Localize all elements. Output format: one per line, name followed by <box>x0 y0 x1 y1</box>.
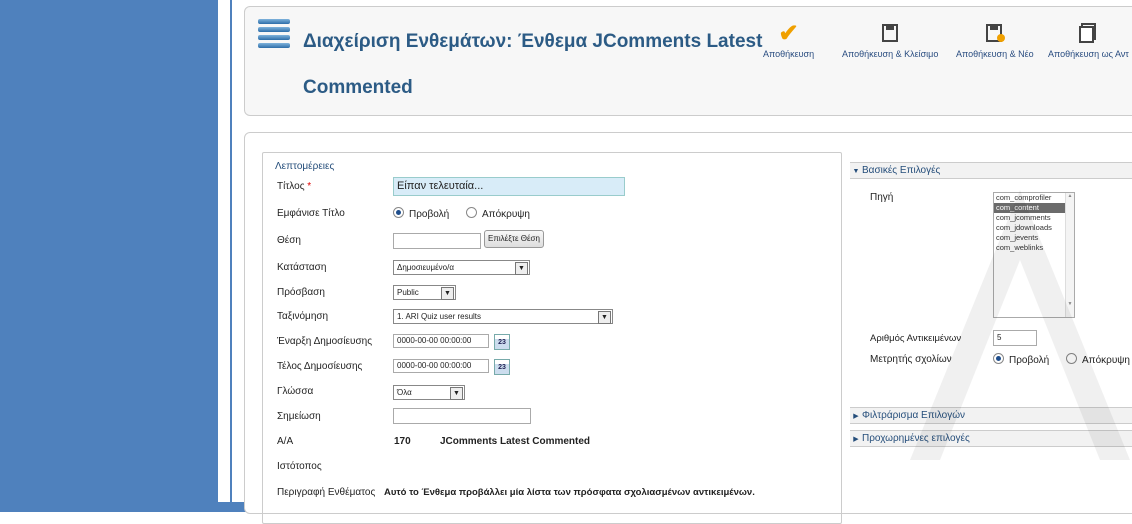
left-blue-frame <box>0 0 218 512</box>
source-option[interactable]: com_jcomments <box>994 213 1074 223</box>
access-label: Πρόσβαση <box>277 287 325 298</box>
frame-gap <box>218 0 230 502</box>
position-label: Θέση <box>277 235 301 246</box>
chevron-down-icon: ▼ <box>441 287 454 300</box>
save-as-copy-button[interactable]: Αποθήκευση ως Αντ <box>1048 23 1129 59</box>
checkmark-icon: ✔ <box>778 20 799 47</box>
save-new-icon <box>956 23 1034 45</box>
note-label: Σημείωση <box>277 411 321 422</box>
source-option[interactable]: com_comprofiler <box>994 193 1074 203</box>
page-title-line2: Commented <box>303 77 413 98</box>
status-select[interactable]: Δημοσιευμένο/α ▼ <box>393 260 530 275</box>
language-label: Γλώσσα <box>277 386 314 397</box>
module-description-label: Περιγραφή Ενθέματος <box>277 487 376 498</box>
module-description-text: Αυτό το Ένθεμα προβάλλει μία λίστα των π… <box>384 487 755 498</box>
comments-counter-show-radio[interactable]: Προβολή <box>993 353 1049 366</box>
filter-options-header[interactable]: ▶ Φιλτράρισμα Επιλογών <box>850 407 1132 424</box>
comments-counter-label: Μετρητής σχολίων <box>870 354 952 365</box>
finish-publishing-label: Τέλος Δημοσίευσης <box>277 361 363 372</box>
comments-counter-hide-radio[interactable]: Απόκρυψη <box>1066 353 1130 366</box>
position-input[interactable] <box>393 233 481 249</box>
items-count-input[interactable]: 5 <box>993 330 1037 346</box>
save-close-button[interactable]: Αποθήκευση & Κλείσιμο <box>842 23 938 59</box>
items-count-label: Αριθμός Αντικειμένων <box>870 333 962 344</box>
calendar-icon[interactable]: 23 <box>494 334 510 350</box>
source-option[interactable]: com_weblinks <box>994 243 1074 253</box>
id-value: 170 <box>394 436 411 447</box>
chevron-down-icon: ▼ <box>450 387 463 400</box>
source-option-selected[interactable]: com_content <box>994 203 1074 213</box>
module-type-name: JComments Latest Commented <box>440 436 591 447</box>
triangle-right-icon: ▶ <box>853 436 859 443</box>
ordering-select[interactable]: 1. ARI Quiz user results ▼ <box>393 309 613 324</box>
triangle-right-icon: ▶ <box>853 413 859 420</box>
title-input[interactable]: Είπαν τελευταία... <box>393 177 625 196</box>
basic-options-header[interactable]: ▼ Βασικές Επιλογές <box>850 162 1132 179</box>
toolbar-panel: Διαχείριση Ενθεμάτων: Ένθεμα JComments L… <box>244 6 1132 116</box>
title-label: Τίτλος * <box>277 181 312 192</box>
ordering-label: Ταξινόμηση <box>277 311 329 322</box>
show-title-hide-radio[interactable]: Απόκρυψη <box>466 207 530 220</box>
save-button[interactable]: ✔ Αποθήκευση <box>763 20 814 60</box>
chevron-down-icon: ▼ <box>598 311 611 324</box>
save-close-icon <box>842 23 938 45</box>
id-label: Α/Α <box>277 436 294 447</box>
chevron-down-icon: ▼ <box>515 262 528 275</box>
language-select[interactable]: Όλα ▼ <box>393 385 465 400</box>
save-copy-icon <box>1048 23 1129 45</box>
start-publishing-input[interactable]: 0000-00-00 00:00:00 <box>393 334 489 348</box>
start-publishing-label: Έναρξη Δημοσίευσης <box>277 336 373 347</box>
site-label: Ιστότοπος <box>277 461 322 472</box>
show-title-label: Εμφάνισε Τίτλο <box>277 208 345 219</box>
select-position-button[interactable]: Επιλέξτε Θέση <box>484 230 544 248</box>
source-option[interactable]: com_jevents <box>994 233 1074 243</box>
source-option[interactable]: com_jdownloads <box>994 223 1074 233</box>
source-label: Πηγή <box>870 192 894 203</box>
save-new-button[interactable]: Αποθήκευση & Νέο <box>956 23 1034 59</box>
triangle-down-icon: ▼ <box>852 168 860 175</box>
page-title: Διαχείριση Ενθεμάτων: Ένθεμα JComments L… <box>303 31 763 52</box>
advanced-options-header[interactable]: ▶ Προχωρημένες επιλογές <box>850 430 1132 447</box>
access-select[interactable]: Public ▼ <box>393 285 456 300</box>
details-legend: Λεπτομέρειες <box>272 161 338 172</box>
source-multiselect[interactable]: com_comprofiler com_content com_jcomment… <box>993 192 1075 318</box>
module-manager-icon <box>258 19 290 53</box>
note-input[interactable] <box>393 408 531 424</box>
calendar-icon[interactable]: 23 <box>494 359 510 375</box>
status-label: Κατάσταση <box>277 262 327 273</box>
show-title-show-radio[interactable]: Προβολή <box>393 207 449 220</box>
finish-publishing-input[interactable]: 0000-00-00 00:00:00 <box>393 359 489 373</box>
list-scrollbar[interactable]: ▲ ▼ <box>1065 193 1074 317</box>
